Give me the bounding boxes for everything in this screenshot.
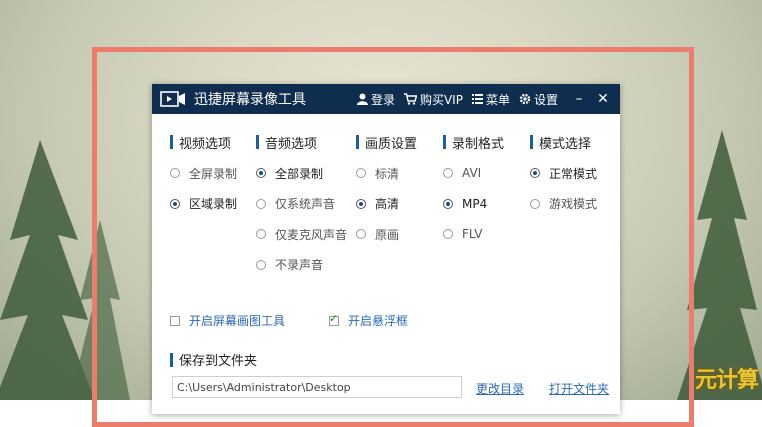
app-title: 迅捷屏幕录像工具 [194, 92, 306, 108]
radio-selected-icon [443, 198, 453, 209]
audio-options-group: 音频选项 全部录制 仅系统声音 仅麦克风声音 不录声音 [256, 132, 347, 275]
radio-icon [443, 168, 453, 178]
video-option-fullscreen[interactable]: 全屏录制 [170, 163, 237, 183]
title-bar: 迅捷屏幕录像工具 登录 购买VIP 菜单 设置 – ✕ [152, 84, 620, 114]
close-button[interactable]: ✕ [594, 91, 612, 107]
radio-selected-icon [170, 198, 180, 209]
list-menu-icon [471, 94, 483, 104]
audio-options-heading: 音频选项 [256, 132, 347, 152]
radio-icon [256, 259, 266, 270]
open-folder-link[interactable]: 打开文件夹 [549, 380, 609, 397]
app-window: 迅捷屏幕录像工具 登录 购买VIP 菜单 设置 – ✕ 视频选项 全屏录制 区域… [152, 84, 620, 414]
save-folder-heading: 保存到文件夹 [170, 350, 257, 369]
radio-selected-icon [356, 198, 366, 209]
radio-icon [356, 168, 366, 178]
video-options-heading: 视频选项 [170, 132, 237, 152]
screen-draw-label: 开启屏幕画图工具 [189, 314, 286, 328]
change-directory-link[interactable]: 更改目录 [476, 380, 524, 397]
minimize-button[interactable]: – [570, 91, 588, 107]
settings-button[interactable]: 设置 [519, 91, 558, 108]
audio-option-all[interactable]: 全部录制 [256, 163, 347, 183]
quality-option-sd[interactable]: 标清 [356, 163, 417, 183]
login-label: 登录 [370, 92, 395, 107]
radio-icon [443, 229, 453, 239]
mode-options-group: 模式选择 正常模式 游戏模式 [530, 132, 597, 214]
login-button[interactable]: 登录 [356, 91, 395, 108]
quality-option-hd[interactable]: 高清 [356, 194, 417, 214]
quality-option-original[interactable]: 原画 [356, 224, 417, 244]
radio-icon [170, 168, 180, 178]
quality-options-heading: 画质设置 [356, 132, 417, 152]
video-option-region[interactable]: 区域录制 [170, 194, 237, 214]
format-option-mp4[interactable]: MP4 [443, 194, 504, 214]
menu-button[interactable]: 菜单 [471, 91, 510, 108]
user-icon [356, 93, 368, 105]
video-camera-logo-icon [160, 91, 185, 107]
mode-option-game[interactable]: 游戏模式 [530, 194, 597, 214]
mode-options-heading: 模式选择 [530, 132, 597, 152]
format-option-flv[interactable]: FLV [443, 224, 504, 244]
menu-label: 菜单 [485, 92, 510, 107]
radio-icon [356, 229, 366, 239]
radio-icon [256, 198, 266, 209]
buy-vip-label: 购买VIP [419, 92, 463, 107]
cart-icon [403, 93, 417, 105]
checkbox-checked-icon [329, 312, 339, 326]
audio-option-none[interactable]: 不录声音 [256, 255, 347, 275]
site-watermark: 元计算 [694, 368, 759, 393]
float-box-checkbox[interactable]: 开启悬浮框 [329, 312, 408, 329]
format-option-avi[interactable]: AVI [443, 163, 504, 183]
save-path-input[interactable] [172, 376, 462, 398]
checkbox-unchecked-icon [170, 315, 180, 326]
audio-option-system[interactable]: 仅系统声音 [256, 194, 347, 214]
screen-draw-checkbox[interactable]: 开启屏幕画图工具 [170, 312, 285, 329]
radio-selected-icon [530, 168, 540, 178]
buy-vip-button[interactable]: 购买VIP [403, 91, 463, 108]
radio-selected-icon [256, 168, 266, 178]
settings-label: 设置 [533, 92, 558, 107]
quality-options-group: 画质设置 标清 高清 原画 [356, 132, 417, 244]
mode-option-normal[interactable]: 正常模式 [530, 163, 597, 183]
audio-option-microphone[interactable]: 仅麦克风声音 [256, 224, 347, 244]
format-options-heading: 录制格式 [443, 132, 504, 152]
format-options-group: 录制格式 AVI MP4 FLV [443, 132, 504, 244]
radio-icon [530, 198, 540, 209]
radio-icon [256, 229, 266, 239]
float-box-label: 开启悬浮框 [348, 314, 409, 328]
video-options-group: 视频选项 全屏录制 区域录制 [170, 132, 237, 214]
gear-icon [519, 93, 531, 105]
